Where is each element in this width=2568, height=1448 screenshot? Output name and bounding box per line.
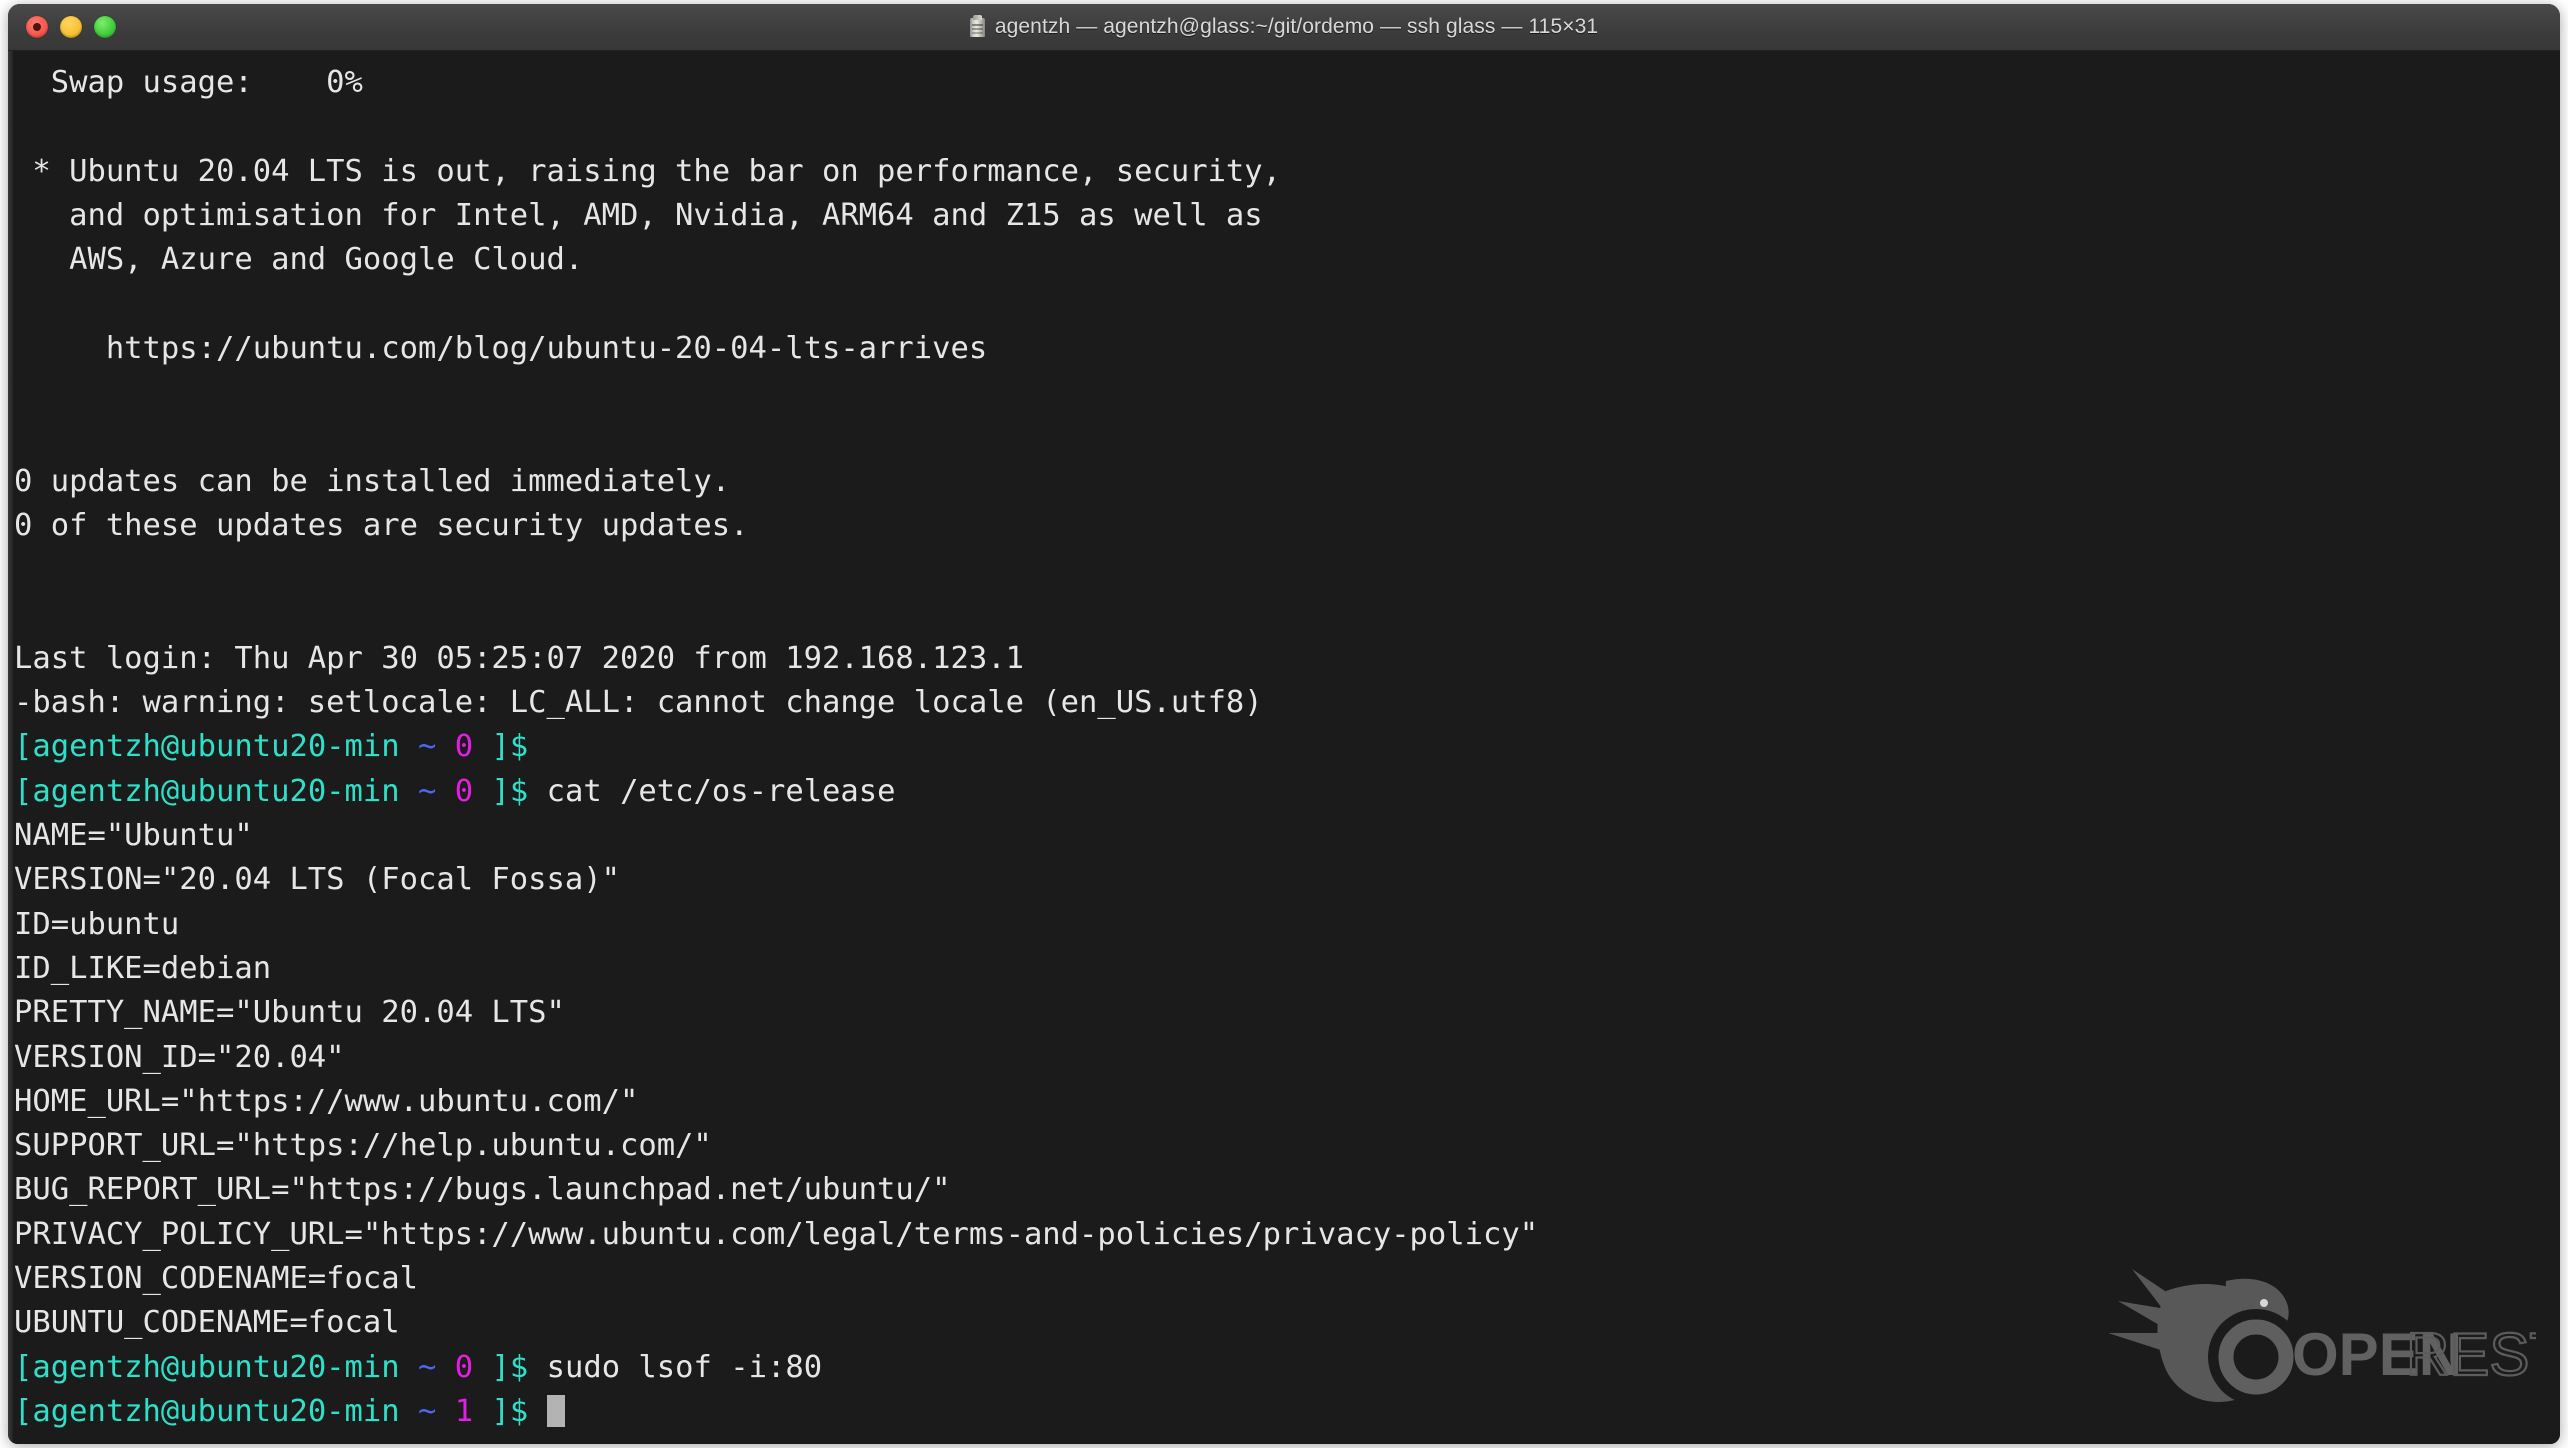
maximize-button[interactable] [94,16,116,38]
terminal-door-icon [969,14,985,37]
terminal-screen[interactable]: Swap usage: 0% * Ubuntu 20.04 LTS is out… [8,51,2560,1444]
prompt-command-lsof: sudo lsof -i:80 [528,1349,823,1385]
prompt-bracket-open: [ [14,729,33,765]
terminal-line: 0 updates can be installed immediately. [14,463,731,499]
shell-prompt-line: [agentzh@ubuntu20-min ~ 0 ]$ [14,725,2560,769]
prompt-exit-status: 1 [454,1393,474,1429]
os-release-line: VERSION_CODENAME=focal [14,1261,418,1297]
prompt-userhost: agentzh@ubuntu20-min [32,1393,400,1429]
prompt-userhost: agentzh@ubuntu20-min [32,729,400,765]
terminal-line-last-login: Last login: Thu Apr 30 05:25:07 2020 fro… [14,640,1024,676]
terminal-window: agentzh — agentzh@glass:~/git/ordemo — s… [8,4,2560,1444]
window-title: agentzh — agentzh@glass:~/git/ordemo — s… [994,15,1599,38]
prompt-exit-status: 0 [454,729,474,765]
terminal-line-locale-warning: -bash: warning: setlocale: LC_ALL: canno… [14,685,1263,721]
terminal-line: Swap usage: 0% [14,65,363,100]
screenshot-root: agentzh — agentzh@glass:~/git/ordemo — s… [0,0,2568,1448]
os-release-line: UBUNTU_CODENAME=focal [14,1305,400,1341]
prompt-bracket-open: [ [14,1349,33,1385]
prompt-userhost: agentzh@ubuntu20-min [32,1349,400,1385]
terminal-body[interactable]: Swap usage: 0% * Ubuntu 20.04 LTS is out… [8,51,2560,1444]
os-release-line: SUPPORT_URL="https://help.ubuntu.com/" [14,1128,712,1164]
os-release-line: BUG_REPORT_URL="https://bugs.launchpad.n… [14,1172,951,1208]
text-cursor[interactable] [546,1394,565,1427]
os-release-line: VERSION_ID="20.04" [14,1039,345,1075]
os-release-line: ID=ubuntu [14,906,180,942]
terminal-line: * Ubuntu 20.04 LTS is out, raising the b… [14,153,1282,189]
terminal-line: 0 of these updates are security updates. [14,507,749,543]
window-title-group: agentzh — agentzh@glass:~/git/ordemo — s… [969,14,1599,39]
close-button[interactable] [26,16,48,38]
os-release-line: ID_LIKE=debian [14,950,272,986]
prompt-userhost: agentzh@ubuntu20-min [32,773,400,809]
prompt-bracket-close: ]$ [491,1349,529,1385]
shell-prompt-line-active[interactable]: [agentzh@ubuntu20-min ~ 1 ]$ [14,1390,2560,1434]
prompt-bracket-open: [ [14,1393,33,1429]
shell-prompt-line: [agentzh@ubuntu20-min ~ 0 ]$ cat /etc/os… [14,770,2560,814]
terminal-line-url: https://ubuntu.com/blog/ubuntu-20-04-lts… [14,330,988,366]
prompt-bracket-close: ]$ [491,1393,529,1429]
os-release-line: PRETTY_NAME="Ubuntu 20.04 LTS" [14,995,565,1031]
prompt-bracket-close: ]$ [491,729,529,765]
prompt-bracket-open: [ [14,773,33,809]
shell-prompt-line: [agentzh@ubuntu20-min ~ 0 ]$ sudo lsof -… [14,1346,2560,1390]
prompt-path: ~ [418,773,437,809]
prompt-path: ~ [418,1393,437,1429]
window-titlebar[interactable]: agentzh — agentzh@glass:~/git/ordemo — s… [8,4,2560,51]
prompt-command-empty [528,1394,546,1429]
terminal-line: AWS, Azure and Google Cloud. [14,242,584,278]
prompt-path: ~ [418,729,437,765]
prompt-bracket-close: ]$ [491,773,529,809]
os-release-line: PRIVACY_POLICY_URL="https://www.ubuntu.c… [14,1216,1539,1252]
prompt-path: ~ [418,1349,437,1385]
minimize-button[interactable] [60,16,82,38]
os-release-line: HOME_URL="https://www.ubuntu.com/" [14,1083,639,1119]
prompt-exit-status: 0 [454,773,474,809]
terminal-line: and optimisation for Intel, AMD, Nvidia,… [14,197,1263,233]
prompt-exit-status: 0 [454,1349,474,1385]
os-release-line: VERSION="20.04 LTS (Focal Fossa)" [14,862,620,898]
window-controls[interactable] [26,4,116,50]
os-release-line: NAME="Ubuntu" [14,818,253,854]
prompt-command-cat: cat /etc/os-release [528,773,896,809]
